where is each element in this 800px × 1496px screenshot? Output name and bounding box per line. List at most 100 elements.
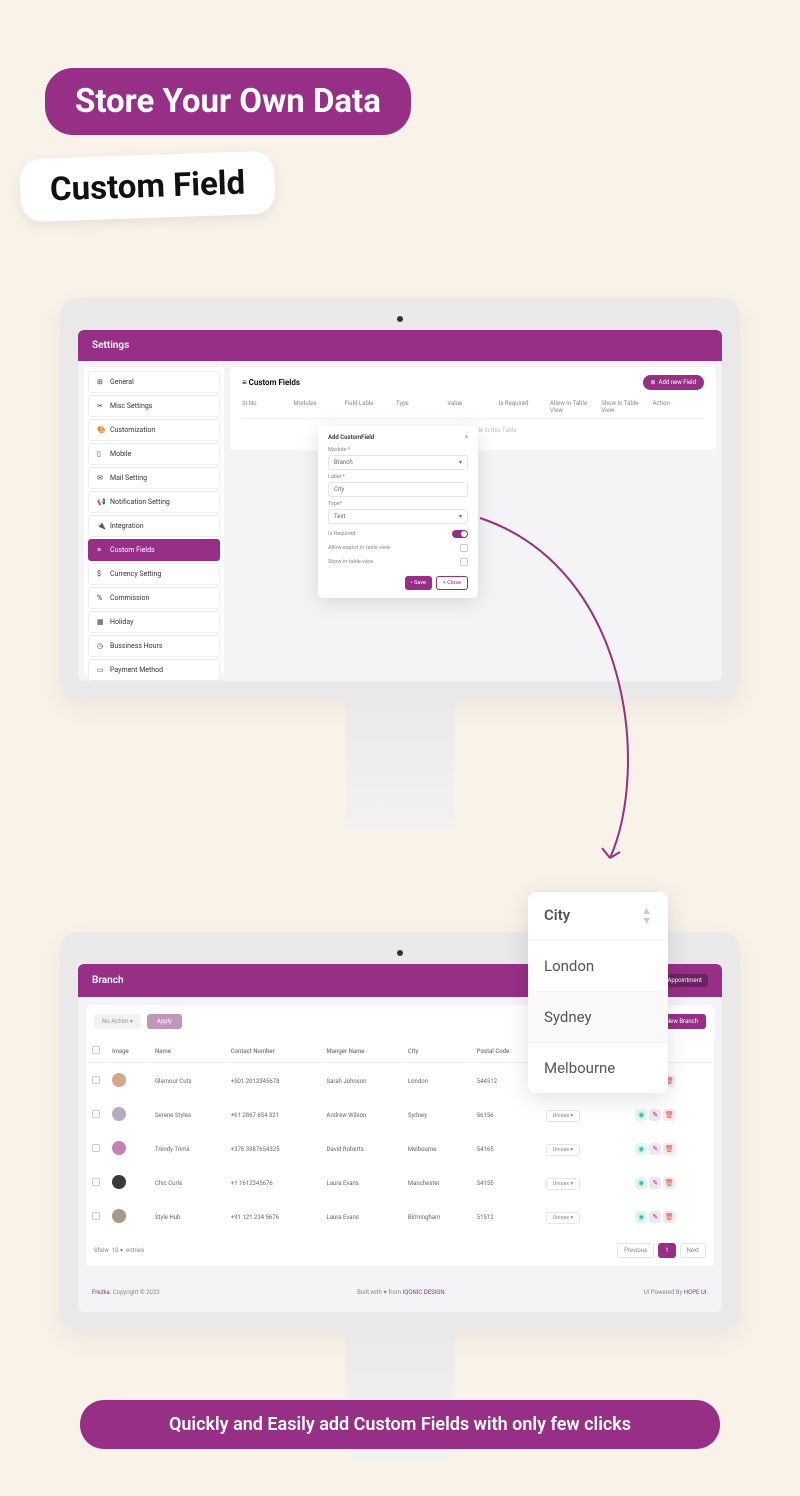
table-header: Sr.NoModulesField LableTypeValueIs Requi… <box>242 396 704 419</box>
appointment-button[interactable]: Appointment <box>661 974 708 987</box>
cell-manager: David Roberts <box>323 1133 402 1165</box>
sidebar-item-integration[interactable]: 🔌Integration <box>88 515 220 537</box>
chevron-down-icon: ▾ <box>459 513 462 520</box>
sidebar-item-misc[interactable]: ✂ Misc Settings <box>88 395 220 417</box>
avatar <box>112 1209 126 1223</box>
cell-postal: 54155 <box>473 1167 540 1199</box>
cell-manager: Laura Evans <box>323 1167 402 1199</box>
city-option-sydney[interactable]: Sydney <box>528 991 668 1042</box>
next-page-button[interactable]: Next <box>680 1243 706 1258</box>
close-button[interactable]: × Close <box>436 576 468 590</box>
is-required-toggle[interactable] <box>452 530 468 538</box>
cell-name: Style Hub <box>151 1201 225 1233</box>
select-all-checkbox[interactable] <box>92 1046 100 1054</box>
branch-title: Branch <box>92 975 124 986</box>
cell-contact: +501 2012345678 <box>227 1065 321 1097</box>
row-checkbox[interactable] <box>92 1110 100 1118</box>
cell-city: Sydney <box>404 1099 471 1131</box>
mobile-icon: ▯ <box>97 450 105 458</box>
gender-chip[interactable]: Unisex ▾ <box>546 1178 581 1190</box>
gender-chip[interactable]: Unisex ▾ <box>546 1212 581 1224</box>
hopeui-link[interactable]: HOPE UI. <box>684 1289 708 1296</box>
edit-button[interactable]: ✎ <box>649 1177 661 1189</box>
view-button[interactable]: ◉ <box>635 1177 647 1189</box>
add-field-button[interactable]: ⊕Add new Field <box>643 375 705 390</box>
cell-contact: +91 121 234 5676 <box>227 1201 321 1233</box>
sidebar-item-payment[interactable]: ▭ Payment Method <box>88 659 220 681</box>
city-column-header[interactable]: City▲▼ <box>528 892 668 940</box>
sidebar-item-mail[interactable]: ✉ Mail Setting <box>88 467 220 489</box>
modal-close-icon[interactable]: × <box>465 434 468 441</box>
delete-button[interactable]: 🗑 <box>663 1211 675 1223</box>
row-checkbox[interactable] <box>92 1144 100 1152</box>
bell-icon: 📢 <box>97 498 105 506</box>
sidebar-item-hours[interactable]: ◷Bussiness Hours <box>88 635 220 657</box>
brand-link[interactable]: Frezka. <box>92 1289 111 1296</box>
edit-button[interactable]: ✎ <box>649 1143 661 1155</box>
sidebar-item-holiday[interactable]: ▦Holiday <box>88 611 220 633</box>
sidebar-item-general[interactable]: ⊞General <box>88 371 220 393</box>
sidebar-item-mobile[interactable]: ▯Mobile <box>88 443 220 465</box>
sidebar-item-commission[interactable]: %Commission <box>88 587 220 609</box>
add-customfield-modal: Add CustomField× Module * Branch▾ Label … <box>318 426 478 598</box>
table-row: Style Hub+91 121 234 5676Laura EvansBirm… <box>88 1201 712 1233</box>
cell-postal: 56156 <box>473 1099 540 1131</box>
delete-button[interactable]: 🗑 <box>663 1177 675 1189</box>
label-input[interactable]: City <box>328 482 468 497</box>
sort-icon[interactable]: ▲▼ <box>641 906 652 926</box>
module-select[interactable]: Branch▾ <box>328 455 468 470</box>
edit-button[interactable]: ✎ <box>649 1211 661 1223</box>
dollar-icon: $ <box>97 570 105 578</box>
view-button[interactable]: ◉ <box>635 1109 647 1121</box>
table-row: Chic Curls+1 1612345676Laura EvansManche… <box>88 1167 712 1199</box>
apply-button[interactable]: Apply <box>147 1014 182 1029</box>
delete-button[interactable]: 🗑 <box>663 1109 675 1121</box>
dashboard-icon: ⊞ <box>97 378 105 386</box>
modal-title: Add CustomField× <box>328 434 468 441</box>
view-button[interactable]: ◉ <box>635 1211 647 1223</box>
delete-button[interactable]: 🗑 <box>663 1143 675 1155</box>
gender-chip[interactable]: Unisex ▾ <box>546 1110 581 1122</box>
label-label: Label * <box>328 474 468 480</box>
cell-city: London <box>404 1065 471 1097</box>
edit-button[interactable]: ✎ <box>649 1109 661 1121</box>
type-select[interactable]: Text▾ <box>328 509 468 524</box>
view-button[interactable]: ◉ <box>635 1143 647 1155</box>
table-row: Serene Styles+61 2867 654 321Andrew Wils… <box>88 1099 712 1131</box>
no-action-select[interactable]: No Action ▾ <box>94 1014 141 1029</box>
page-1-button[interactable]: 1 <box>658 1243 675 1258</box>
palette-icon: 🎨 <box>97 426 105 434</box>
cell-city: Birmingham <box>404 1201 471 1233</box>
city-option-melbourne[interactable]: Melbourne <box>528 1042 668 1093</box>
sidebar-item-notification[interactable]: 📢Notification Setting <box>88 491 220 513</box>
cell-name: Chic Curls <box>151 1167 225 1199</box>
iqonic-link[interactable]: IQONIC DESIGN. <box>403 1289 447 1296</box>
allow-export-checkbox[interactable] <box>460 544 468 552</box>
mail-icon: ✉ <box>97 474 105 482</box>
sidebar-label: Commission <box>110 594 149 602</box>
card-icon: ▭ <box>97 666 105 674</box>
prev-page-button[interactable]: Previous <box>617 1243 654 1258</box>
cell-contact: +376 3987654325 <box>227 1133 321 1165</box>
hero-title-pill: Store Your Own Data <box>45 68 411 135</box>
show-in-table-checkbox[interactable] <box>460 558 468 566</box>
monitor-settings: Settings ⊞General ✂Misc Settings 🎨Custom… <box>60 298 740 699</box>
city-option-london[interactable]: London <box>528 940 668 991</box>
per-page-select[interactable]: 10 ▾ <box>112 1247 123 1254</box>
sidebar-item-currency[interactable]: $Currency Setting <box>88 563 220 585</box>
sidebar-label: Misc Settings <box>110 402 152 410</box>
row-checkbox[interactable] <box>92 1212 100 1220</box>
sidebar-item-customization[interactable]: 🎨Customization <box>88 419 220 441</box>
row-checkbox[interactable] <box>92 1178 100 1186</box>
cell-postal: 54165 <box>473 1133 540 1165</box>
cell-name: Trendy Trims <box>151 1133 225 1165</box>
gender-chip[interactable]: Unisex ▾ <box>546 1144 581 1156</box>
cell-name: Serene Styles <box>151 1099 225 1131</box>
module-label: Module * <box>328 447 468 453</box>
sidebar-item-customfields[interactable]: ≡Custom Fields <box>88 539 220 561</box>
save-button[interactable]: ▪ Save <box>405 576 432 590</box>
sidebar-label: Mail Setting <box>110 474 147 482</box>
sliders-icon: ✂ <box>97 402 105 410</box>
sidebar-label: Payment Method <box>110 666 163 674</box>
row-checkbox[interactable] <box>92 1076 100 1084</box>
